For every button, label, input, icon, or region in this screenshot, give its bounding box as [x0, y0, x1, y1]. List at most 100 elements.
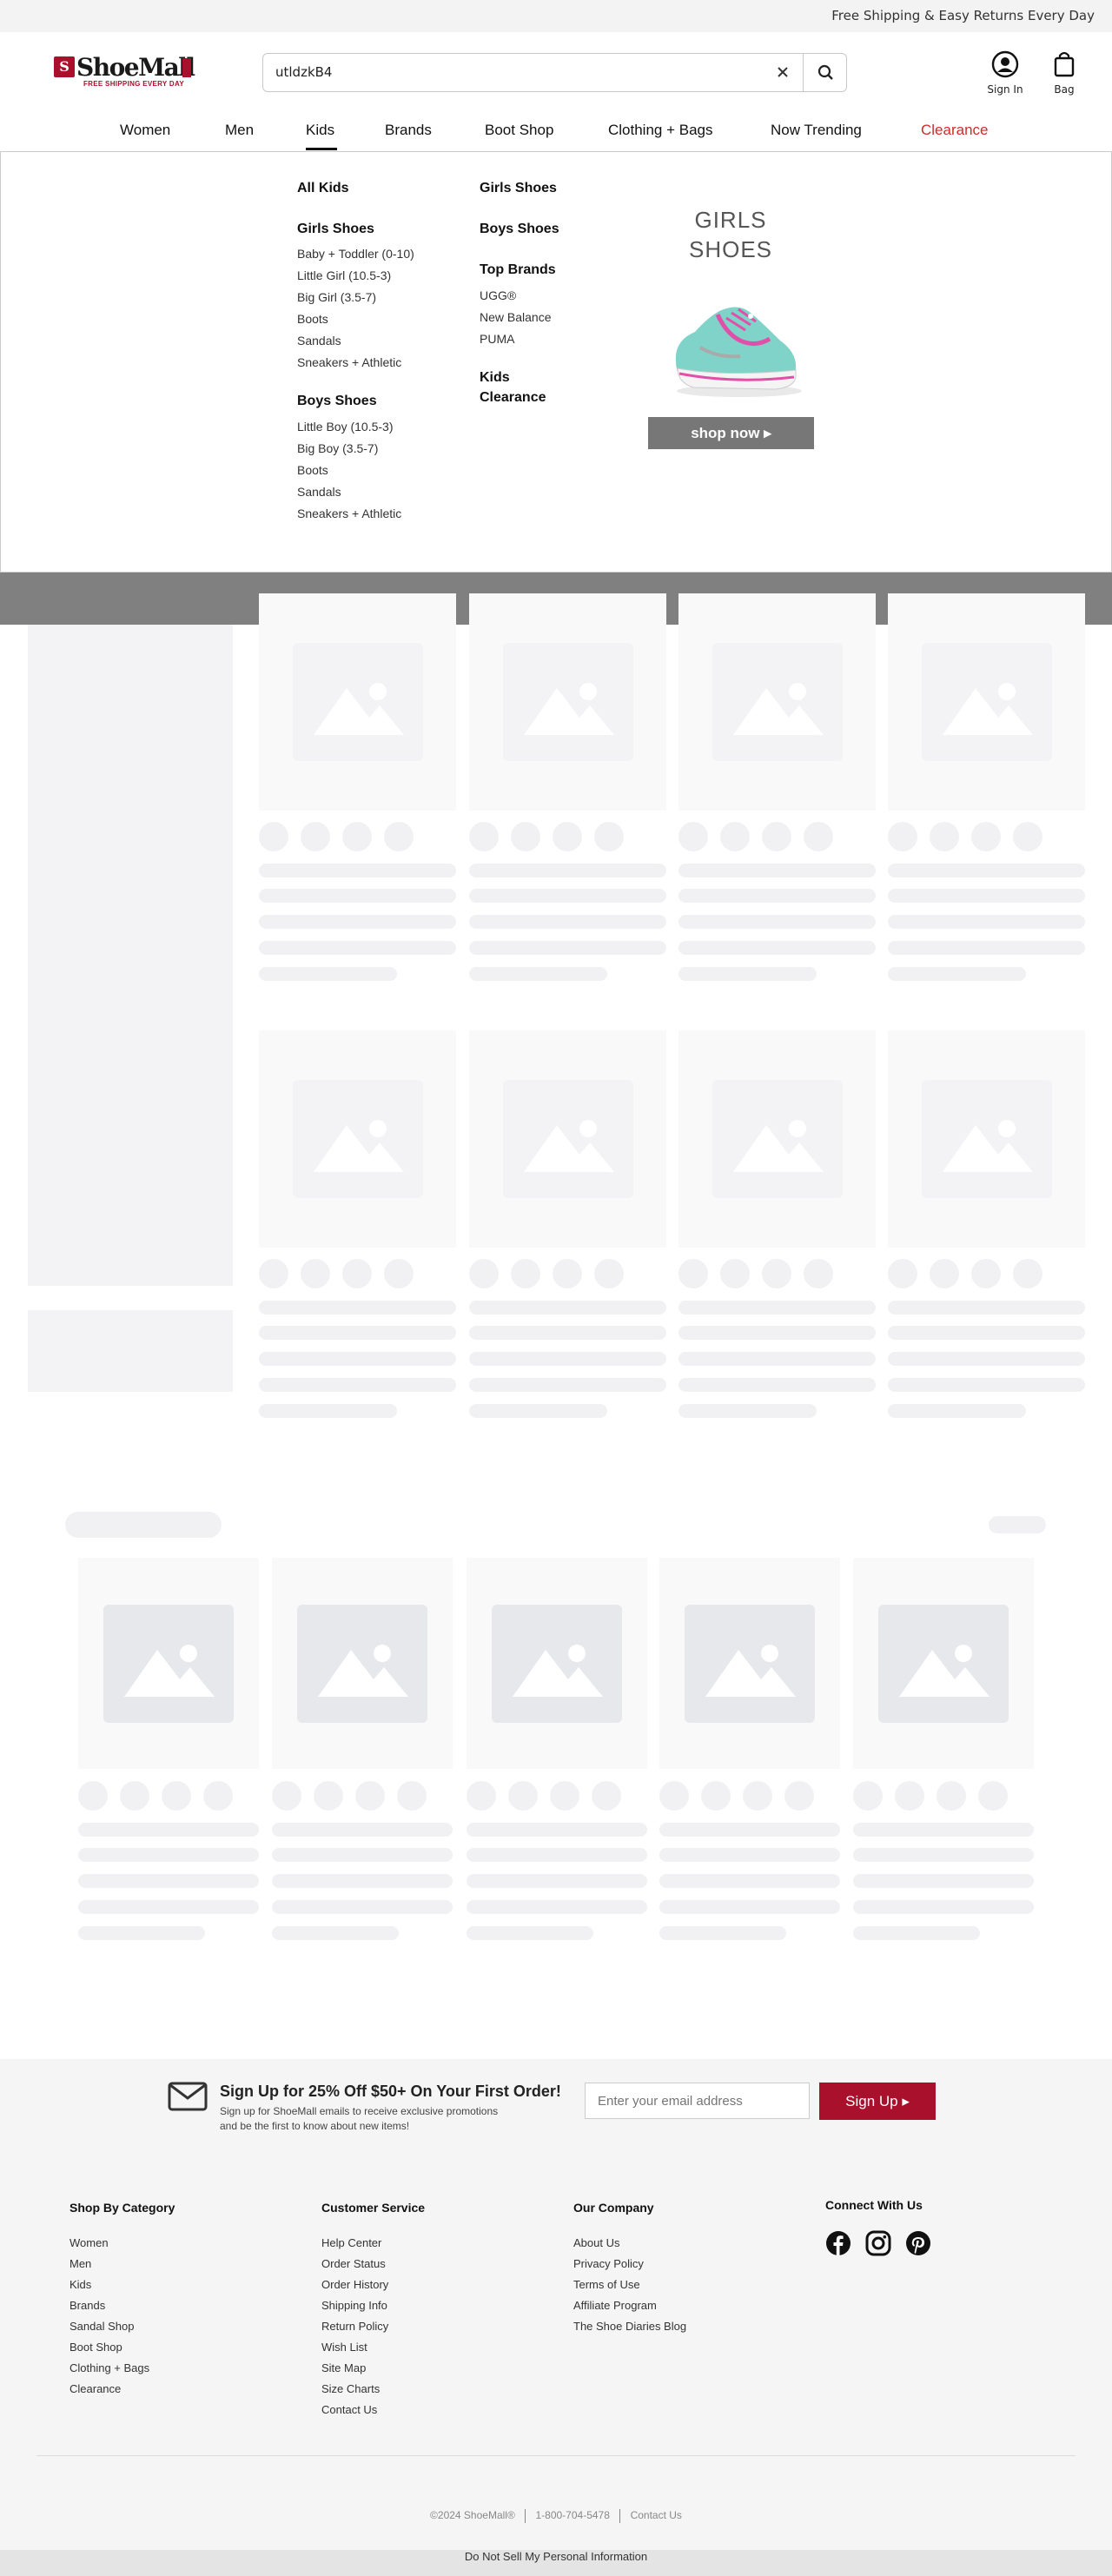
footer-category-link[interactable]: Clothing + Bags [70, 2361, 149, 2374]
footer-category-heading: Shop By Category [70, 2201, 175, 2215]
menu-item-girls-sandals[interactable]: Sandals [297, 334, 341, 348]
menu-item-boys-sandals[interactable]: Sandals [297, 485, 341, 499]
image-placeholder-icon [878, 1604, 1009, 1723]
text-line-placeholder [469, 1326, 666, 1340]
footer-service-link[interactable]: Contact Us [321, 2403, 377, 2416]
text-line-placeholder [678, 864, 876, 877]
footer-category-link[interactable]: Women [70, 2236, 109, 2249]
text-line-placeholder [659, 1926, 786, 1940]
footer-company-link[interactable]: Privacy Policy [573, 2257, 644, 2270]
menu-brand-new-balance[interactable]: New Balance [480, 310, 552, 324]
menu-item-boys-sneakers[interactable]: Sneakers + Athletic [297, 507, 401, 520]
text-line-placeholder [888, 1301, 1085, 1314]
search-button[interactable] [803, 54, 847, 91]
text-line-placeholder [469, 1352, 666, 1366]
footer-category-link[interactable]: Kids [70, 2278, 91, 2291]
pinterest-icon[interactable] [905, 2230, 931, 2256]
product-card-placeholder [888, 1030, 1085, 1248]
footer-service-link[interactable]: Wish List [321, 2341, 367, 2354]
swatch-placeholder [301, 1259, 330, 1288]
nav-women[interactable]: Women [120, 122, 170, 139]
menu-item-girls-boots[interactable]: Boots [297, 312, 328, 326]
menu-item-big-boy[interactable]: Big Boy (3.5-7) [297, 441, 378, 455]
menu-brand-ugg[interactable]: UGG® [480, 288, 516, 302]
footer-service-link[interactable]: Site Map [321, 2361, 366, 2374]
nav-boot-shop[interactable]: Boot Shop [485, 122, 553, 139]
nav-men[interactable]: Men [225, 122, 254, 139]
footer-company-link[interactable]: About Us [573, 2236, 619, 2249]
menu-boys-shoes-heading[interactable]: Boys Shoes [297, 394, 377, 409]
promo-line1: GIRLS [694, 207, 767, 233]
menu-girls-shoes[interactable]: Girls Shoes [480, 181, 557, 196]
menu-top-brands-heading[interactable]: Top Brands [480, 262, 556, 278]
facebook-icon[interactable] [825, 2230, 851, 2256]
text-line-placeholder [888, 889, 1085, 903]
sign-in-button[interactable]: Sign In [983, 50, 1027, 96]
search-bar[interactable]: utldzkB4 [262, 53, 847, 92]
shoemall-logo[interactable]: S ShoeMall FREE SHIPPING EVERY DAY [54, 53, 195, 91]
girls-sneaker-image [675, 307, 802, 397]
free-shipping-text: Free Shipping & Easy Returns Every Day [831, 8, 1095, 23]
footer-service-link[interactable]: Help Center [321, 2236, 381, 2249]
do-not-sell-link[interactable]: Do Not Sell My Personal Information [0, 2550, 1112, 2576]
menu-kids-clearance-line2[interactable]: Clearance [480, 390, 546, 406]
nav-now-trending[interactable]: Now Trending [771, 122, 862, 139]
menu-boys-shoes[interactable]: Boys Shoes [480, 222, 559, 237]
menu-all-kids[interactable]: All Kids [297, 181, 349, 196]
swatch-placeholder [162, 1781, 191, 1811]
footer-company-link[interactable]: Affiliate Program [573, 2299, 657, 2312]
menu-item-boys-boots[interactable]: Boots [297, 463, 328, 477]
footer-category-link[interactable]: Clearance [70, 2382, 121, 2395]
menu-item-little-girl[interactable]: Little Girl (10.5-3) [297, 268, 391, 282]
swatch-placeholder [762, 1259, 791, 1288]
swatch-placeholder [720, 822, 750, 851]
text-line-placeholder [78, 1823, 259, 1837]
newsletter-signup-button[interactable]: Sign Up ▸ [819, 2083, 936, 2120]
product-card-placeholder [469, 1030, 666, 1248]
footer-service-link[interactable]: Size Charts [321, 2382, 380, 2395]
search-input[interactable]: utldzkB4 [275, 64, 332, 80]
menu-brand-puma[interactable]: PUMA [480, 332, 514, 346]
text-line-placeholder [678, 1378, 876, 1392]
menu-item-baby-toddler[interactable]: Baby + Toddler (0-10) [297, 247, 414, 261]
menu-item-big-girl[interactable]: Big Girl (3.5-7) [297, 290, 376, 304]
nav-clearance[interactable]: Clearance [921, 122, 989, 139]
menu-item-girls-sneakers[interactable]: Sneakers + Athletic [297, 355, 401, 369]
shop-now-button[interactable]: shop now ▸ [648, 417, 814, 449]
girls-shoes-promo[interactable]: GIRLS SHOES [648, 181, 813, 411]
menu-kids-clearance-line1[interactable]: Kids [480, 370, 510, 386]
footer-service-link[interactable]: Order History [321, 2278, 388, 2291]
footer-company-link[interactable]: The Shoe Diaries Blog [573, 2320, 686, 2333]
text-line-placeholder [678, 1352, 876, 1366]
footer-service-link[interactable]: Return Policy [321, 2320, 388, 2333]
footer-service-link[interactable]: Shipping Info [321, 2299, 387, 2312]
text-line-placeholder [259, 967, 397, 981]
image-placeholder-icon [492, 1604, 622, 1723]
bag-button[interactable]: Bag [1049, 50, 1079, 96]
instagram-icon[interactable] [865, 2230, 891, 2256]
footer-service-link[interactable]: Order Status [321, 2257, 386, 2270]
text-line-placeholder [678, 1326, 876, 1340]
nav-active-indicator [306, 148, 337, 150]
text-line-placeholder [678, 967, 817, 981]
menu-girls-shoes-heading[interactable]: Girls Shoes [297, 222, 374, 237]
footer-company-link[interactable]: Terms of Use [573, 2278, 640, 2291]
nav-clothing-bags[interactable]: Clothing + Bags [608, 122, 713, 139]
newsletter-email-input[interactable] [585, 2083, 810, 2119]
newsletter-headline: Sign Up for 25% Off $50+ On Your First O… [220, 2083, 561, 2100]
nav-brands[interactable]: Brands [385, 122, 432, 139]
swatch-placeholder [978, 1781, 1008, 1811]
menu-item-little-boy[interactable]: Little Boy (10.5-3) [297, 420, 394, 434]
image-placeholder-icon [921, 1080, 1052, 1198]
footer-category-link[interactable]: Men [70, 2257, 91, 2270]
phone-link[interactable]: 1-800-704-5478 [535, 2509, 609, 2521]
footer-category-link[interactable]: Sandal Shop [70, 2320, 134, 2333]
footer-category-link[interactable]: Brands [70, 2299, 105, 2312]
close-icon[interactable] [773, 63, 792, 82]
text-line-placeholder [272, 1874, 453, 1888]
footer-category-link[interactable]: Boot Shop [70, 2341, 122, 2354]
nav-kids[interactable]: Kids [306, 122, 334, 139]
text-line-placeholder [469, 967, 607, 981]
swatch-placeholder [592, 1781, 621, 1811]
contact-us-link[interactable]: Contact Us [631, 2509, 682, 2521]
